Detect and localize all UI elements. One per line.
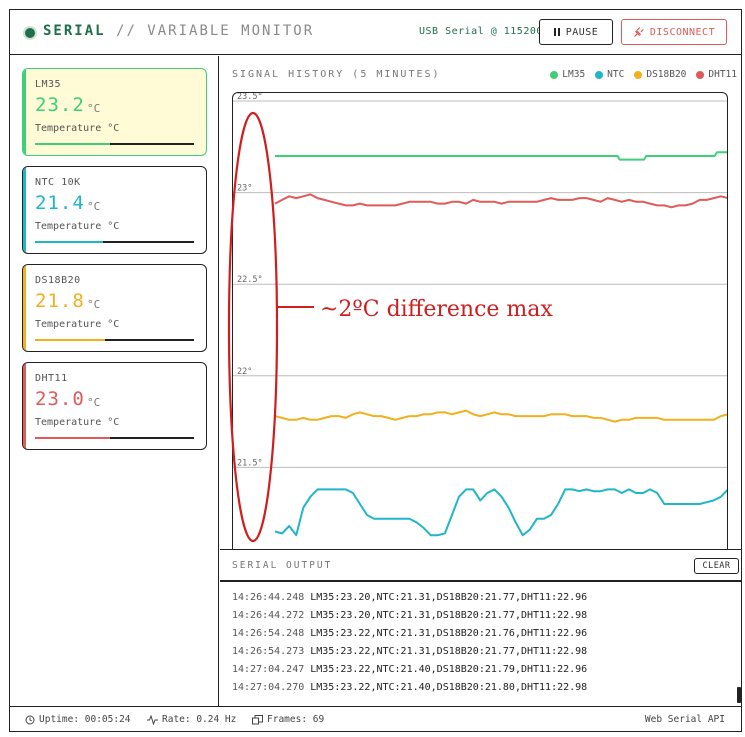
annotation-ellipse bbox=[227, 111, 279, 543]
annotation-label: ~2ºC difference max bbox=[320, 297, 553, 322]
annotation-overlay bbox=[227, 111, 314, 543]
